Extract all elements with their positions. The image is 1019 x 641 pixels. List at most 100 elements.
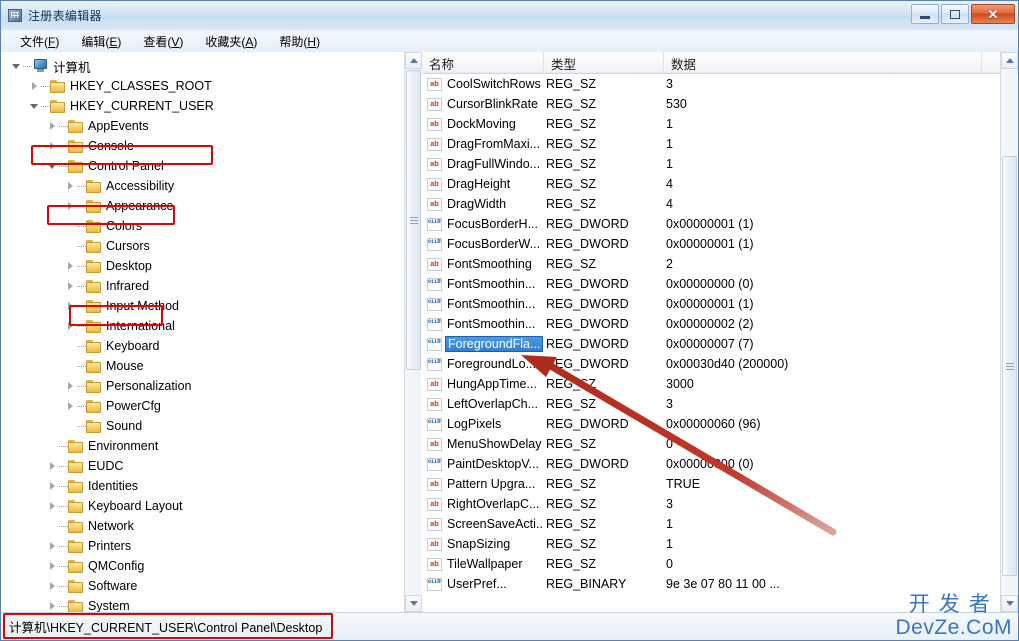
table-row[interactable]: FocusBorderH... REG_DWORD 0x00000001 (1): [422, 214, 1000, 234]
maximize-button[interactable]: [941, 4, 969, 24]
collapse-arrow-icon[interactable]: [27, 99, 41, 113]
tree-scroll-down-button[interactable]: [405, 595, 422, 612]
table-row[interactable]: ab DragHeight REG_SZ 4: [422, 174, 1000, 194]
table-row[interactable]: LogPixels REG_DWORD 0x00000060 (96): [422, 414, 1000, 434]
table-row[interactable]: ab DragFromMaxi... REG_SZ 1: [422, 134, 1000, 154]
tree-item-infrared[interactable]: Infrared: [1, 276, 420, 296]
tree-item-keyboard-layout[interactable]: Keyboard Layout: [1, 496, 420, 516]
expand-arrow-icon[interactable]: [45, 599, 59, 612]
tree-item-system[interactable]: System: [1, 596, 420, 612]
table-row[interactable]: ab DragFullWindo... REG_SZ 1: [422, 154, 1000, 174]
table-row[interactable]: ab TileWallpaper REG_SZ 0: [422, 554, 1000, 574]
tree-item-colors[interactable]: Colors: [1, 216, 420, 236]
expand-arrow-icon[interactable]: [45, 459, 59, 473]
tree-connector: [77, 185, 86, 187]
table-row[interactable]: ab Pattern Upgra... REG_SZ TRUE: [422, 474, 1000, 494]
tree-item-console[interactable]: Console: [1, 136, 420, 156]
expand-arrow-icon[interactable]: [63, 379, 77, 393]
tree-item-mouse[interactable]: Mouse: [1, 356, 420, 376]
table-row[interactable]: FocusBorderW... REG_DWORD 0x00000001 (1): [422, 234, 1000, 254]
table-row[interactable]: ab CoolSwitchRows REG_SZ 3: [422, 74, 1000, 94]
column-header-data[interactable]: 数据: [664, 52, 982, 74]
registry-values-pane[interactable]: 名称 类型 数据 ab CoolSwitchRows REG_SZ 3 ab Cursor…: [422, 52, 1018, 612]
expand-arrow-icon[interactable]: [45, 139, 59, 153]
table-row[interactable]: ab MenuShowDelay REG_SZ 0: [422, 434, 1000, 454]
tree-item-hkey-current-user[interactable]: HKEY_CURRENT_USER: [1, 96, 420, 116]
tree-item-printers[interactable]: Printers: [1, 536, 420, 556]
tree-item-control-panel[interactable]: Control Panel: [1, 156, 420, 176]
list-vertical-scrollbar[interactable]: [1000, 52, 1018, 612]
minimize-button[interactable]: [911, 4, 939, 24]
tree-item-powercfg[interactable]: PowerCfg: [1, 396, 420, 416]
list-scrollbar-thumb[interactable]: [1002, 156, 1017, 576]
expand-arrow-icon[interactable]: [27, 79, 41, 93]
list-scroll-up-button[interactable]: [1001, 52, 1018, 69]
tree-item-network[interactable]: Network: [1, 516, 420, 536]
table-row[interactable]: FontSmoothin... REG_DWORD 0x00000000 (0): [422, 274, 1000, 294]
table-row[interactable]: ab DragWidth REG_SZ 4: [422, 194, 1000, 214]
tree-item-qmconfig[interactable]: QMConfig: [1, 556, 420, 576]
table-row[interactable]: ab HungAppTime... REG_SZ 3000: [422, 374, 1000, 394]
registry-tree-pane[interactable]: 计算机 HKEY_CLASSES_ROOT HKEY_CURRENT_USER App…: [1, 52, 421, 612]
tree-item-label: Infrared: [106, 279, 150, 293]
table-row[interactable]: ab LeftOverlapCh... REG_SZ 3: [422, 394, 1000, 414]
expand-arrow-icon[interactable]: [45, 119, 59, 133]
tree-item-sound[interactable]: Sound: [1, 416, 420, 436]
expand-arrow-icon[interactable]: [63, 399, 77, 413]
tree-item-identities[interactable]: Identities: [1, 476, 420, 496]
tree-item-desktop[interactable]: Desktop: [1, 256, 420, 276]
menu-favorites[interactable]: 收藏夹(A): [194, 31, 268, 52]
string-value-icon: ab: [427, 137, 442, 151]
table-row[interactable]: UserPref... REG_BINARY 9e 3e 07 80 11 00 .…: [422, 574, 1000, 594]
table-row[interactable]: PaintDesktopV... REG_DWORD 0x00000000 (0): [422, 454, 1000, 474]
tree-item-appevents[interactable]: AppEvents: [1, 116, 420, 136]
tree-item-personalization[interactable]: Personalization: [1, 376, 420, 396]
tree-scrollbar-thumb[interactable]: [406, 70, 421, 370]
tree-item--[interactable]: 计算机: [1, 56, 420, 76]
expand-arrow-icon[interactable]: [45, 479, 59, 493]
table-row[interactable]: ab DockMoving REG_SZ 1: [422, 114, 1000, 134]
list-scroll-down-button[interactable]: [1001, 595, 1018, 612]
table-row[interactable]: ab ScreenSaveActi... REG_SZ 1: [422, 514, 1000, 534]
tree-item-accessibility[interactable]: Accessibility: [1, 176, 420, 196]
table-row[interactable]: ForegroundFla...REG_DWORD 0x00000007 (7): [422, 334, 1000, 354]
table-row[interactable]: ab RightOverlapC... REG_SZ 3: [422, 494, 1000, 514]
tree-item-hkey-classes-root[interactable]: HKEY_CLASSES_ROOT: [1, 76, 420, 96]
expand-arrow-icon[interactable]: [45, 579, 59, 593]
table-row[interactable]: ab SnapSizing REG_SZ 1: [422, 534, 1000, 554]
menu-edit[interactable]: 编辑(E): [70, 31, 132, 52]
expand-arrow-icon[interactable]: [63, 279, 77, 293]
collapse-arrow-icon[interactable]: [45, 159, 59, 173]
expand-arrow-icon[interactable]: [45, 559, 59, 573]
value-data-cell: 0x00000000 (0): [666, 457, 754, 471]
tree-item-international[interactable]: International: [1, 316, 420, 336]
tree-vertical-scrollbar[interactable]: [404, 52, 422, 612]
tree-item-appearance[interactable]: Appearance: [1, 196, 420, 216]
menu-file[interactable]: 文件(F): [9, 31, 70, 52]
expand-arrow-icon[interactable]: [63, 259, 77, 273]
menu-help[interactable]: 帮助(H): [268, 31, 331, 52]
tree-item-cursors[interactable]: Cursors: [1, 236, 420, 256]
expand-arrow-icon[interactable]: [63, 319, 77, 333]
menu-view[interactable]: 查看(V): [132, 31, 194, 52]
column-header-name[interactable]: 名称: [422, 52, 544, 74]
expand-arrow-icon[interactable]: [45, 539, 59, 553]
table-row[interactable]: ForegroundLo... REG_DWORD 0x00030d40 (2000…: [422, 354, 1000, 374]
tree-item-environment[interactable]: Environment: [1, 436, 420, 456]
table-row[interactable]: FontSmoothin... REG_DWORD 0x00000001 (1): [422, 294, 1000, 314]
tree-scroll-up-button[interactable]: [405, 52, 422, 69]
table-row[interactable]: ab FontSmoothing REG_SZ 2: [422, 254, 1000, 274]
table-row[interactable]: ab CursorBlinkRate REG_SZ 530: [422, 94, 1000, 114]
tree-item-software[interactable]: Software: [1, 576, 420, 596]
column-header-type[interactable]: 类型: [544, 52, 664, 74]
tree-item-input-method[interactable]: Input Method: [1, 296, 420, 316]
close-button[interactable]: ✕: [971, 4, 1015, 24]
expand-arrow-icon[interactable]: [45, 499, 59, 513]
tree-item-eudc[interactable]: EUDC: [1, 456, 420, 476]
expand-arrow-icon[interactable]: [63, 179, 77, 193]
tree-item-keyboard[interactable]: Keyboard: [1, 336, 420, 356]
expand-arrow-icon[interactable]: [63, 199, 77, 213]
collapse-arrow-icon[interactable]: [9, 59, 23, 73]
table-row[interactable]: FontSmoothin... REG_DWORD 0x00000002 (2): [422, 314, 1000, 334]
expand-arrow-icon[interactable]: [63, 299, 77, 313]
